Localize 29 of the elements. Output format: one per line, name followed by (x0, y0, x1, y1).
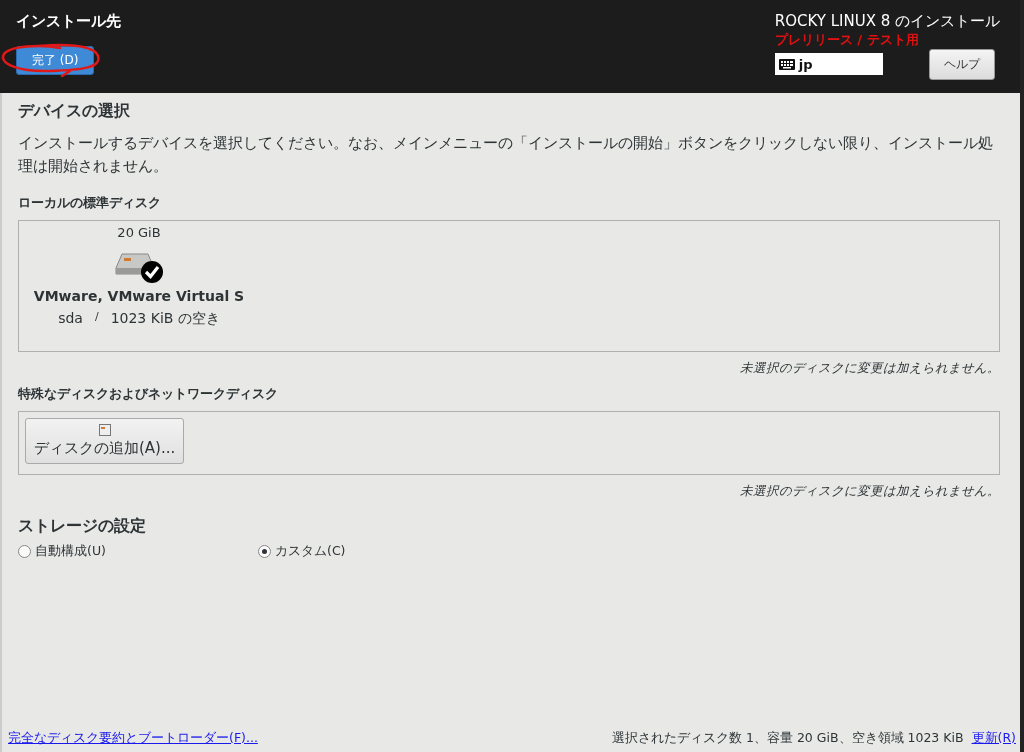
section-heading: ストレージの設定 (18, 516, 147, 537)
disk-device: sda (58, 310, 83, 328)
help-button[interactable]: ヘルプ (928, 49, 995, 80)
add-disk-button[interactable]: ディスクの追加(A)... (25, 418, 185, 464)
keyboard-layout-field[interactable]: jp (774, 53, 883, 75)
disk-note: 未選択のディスクに変更は加えられません。 (740, 483, 1000, 500)
disk-note: 未選択のディスクに変更は加えられません。 (740, 360, 1000, 377)
radio-button[interactable] (18, 545, 31, 558)
section-heading: デバイスの選択 (18, 101, 131, 122)
radio-option[interactable]: 自動構成(U) (18, 543, 258, 560)
disk-size: 20 GiB (117, 225, 161, 240)
radio-button[interactable] (258, 545, 271, 558)
disk-drive-icon (114, 250, 164, 284)
summary-link[interactable]: 完全なディスク要約とブートローダー(F)... (8, 730, 258, 747)
keyboard-icon (778, 58, 795, 70)
description-text: インストールするデバイスを選択してください。なお、メインメニューの「インストールの開始」ボタンをクリックしない限り、インストール処理は開始されません。 (18, 134, 994, 176)
separator-text: / (94, 310, 99, 325)
disk-name: VMware, VMware Virtual S (33, 288, 245, 304)
keyboard-layout-value: jp (798, 56, 813, 72)
disk-item[interactable]: 20 GiB VMware, VMware Virtual S sda / 1023 KiB の空き (29, 225, 249, 328)
radio-option[interactable]: カスタム(C) (258, 543, 498, 560)
disk-status-text: 選択されたディスク数 1、容量 20 GiB、空き領域 1023 KiB (612, 730, 964, 747)
disk-free-space: 1023 KiB の空き (110, 310, 220, 328)
refresh-link[interactable]: 更新(R) (971, 730, 1016, 747)
product-title: ROCKY LINUX 8 のインストール (774, 12, 1000, 31)
section-heading: 特殊なディスクおよびネットワークディスク (18, 385, 279, 403)
window-title: インストール先 (16, 12, 121, 31)
prerelease-label: プレリリース / テスト用 (774, 31, 919, 49)
section-heading: ローカルの標準ディスク (18, 194, 162, 212)
